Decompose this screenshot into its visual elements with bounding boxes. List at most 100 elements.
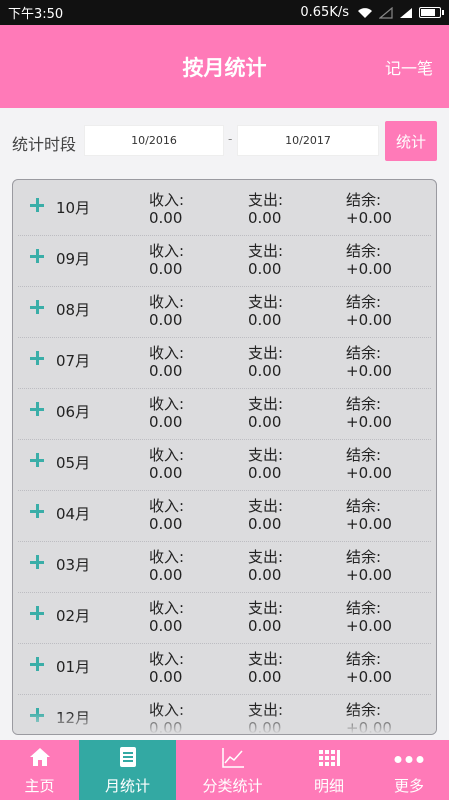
month-row[interactable]: 08月 收入: 0.00 支出: 0.00 结余: +0.00: [18, 287, 431, 338]
income-label: 收入:: [149, 446, 185, 464]
month-label: 08月: [56, 301, 91, 319]
balance-value: +0.00: [346, 311, 392, 329]
income-value: 0.00: [149, 362, 183, 380]
income-label: 收入:: [149, 497, 185, 515]
income-cell: 收入:0.00: [149, 548, 184, 584]
expense-value: 0.00: [248, 362, 282, 380]
expense-cell: 支出:0.00: [248, 344, 283, 380]
end-date-input[interactable]: 10/2017: [237, 125, 379, 156]
expand-plus-icon[interactable]: [30, 555, 44, 569]
balance-value: +0.00: [346, 668, 392, 686]
more-dots-icon: [394, 756, 424, 763]
balance-cell: 结余:+0.00: [346, 599, 392, 635]
expense-cell: 支出:0.00: [248, 293, 283, 329]
expense-value: 0.00: [248, 311, 282, 329]
record-entry-button[interactable]: 记一笔: [385, 55, 433, 79]
expand-plus-icon[interactable]: [30, 351, 44, 365]
expand-plus-icon[interactable]: [30, 300, 44, 314]
month-row[interactable]: 05月 收入: 0.00 支出: 0.00 结余: +0.00: [18, 440, 431, 491]
income-label: 收入:: [149, 293, 185, 311]
income-value: 0.00: [149, 413, 183, 431]
period-filter: 统计时段: [0, 108, 449, 178]
expense-label: 支出:: [248, 548, 284, 566]
tab-details[interactable]: 明细: [289, 740, 369, 800]
balance-value: +0.00: [346, 413, 392, 431]
expense-label: 支出:: [248, 344, 284, 362]
balance-label: 结余:: [346, 599, 382, 617]
tab-more[interactable]: 更多: [369, 740, 449, 800]
balance-label: 结余:: [346, 395, 382, 413]
status-bar: 下午3:50 0.65K/s: [0, 0, 449, 25]
income-value: 0.00: [149, 617, 183, 635]
expense-value: 0.00: [248, 566, 282, 584]
line-chart-icon: [221, 748, 244, 768]
income-cell: 收入:0.00: [149, 497, 184, 533]
expense-value: 0.00: [248, 260, 282, 278]
calendar-grid-icon: [319, 750, 340, 766]
expand-plus-icon[interactable]: [30, 657, 44, 671]
income-label: 收入:: [149, 344, 185, 362]
tab-category-stats[interactable]: 分类统计: [176, 740, 289, 800]
expand-plus-icon[interactable]: [30, 249, 44, 263]
tab-monthly-label: 月统计: [104, 777, 150, 795]
expense-cell: 支出:0.00: [248, 191, 283, 227]
network-speed: 0.65K/s: [300, 5, 349, 20]
expand-plus-icon[interactable]: [30, 198, 44, 212]
expand-plus-icon[interactable]: [30, 606, 44, 620]
tab-home[interactable]: 主页: [0, 740, 79, 800]
income-cell: 收入:0.00: [149, 446, 184, 482]
tab-monthly-stats[interactable]: 月统计: [79, 740, 176, 800]
month-row[interactable]: 09月 收入: 0.00 支出: 0.00 结余: +0.00: [18, 236, 431, 287]
battery-icon: [419, 7, 444, 18]
expense-cell: 支出:0.00: [248, 242, 283, 278]
calculate-button[interactable]: 统计: [385, 121, 437, 161]
balance-value: +0.00: [346, 566, 392, 584]
expense-cell: 支出:0.00: [248, 650, 283, 686]
expense-cell: 支出:0.00: [248, 599, 283, 635]
balance-cell: 结余:+0.00: [346, 191, 392, 227]
month-row[interactable]: 01月 收入: 0.00 支出: 0.00 结余: +0.00: [18, 644, 431, 695]
expense-label: 支出:: [248, 395, 284, 413]
expand-plus-icon[interactable]: [30, 504, 44, 518]
expense-value: 0.00: [248, 617, 282, 635]
expense-label: 支出:: [248, 497, 284, 515]
month-row[interactable]: 02月 收入: 0.00 支出: 0.00 结余: +0.00: [18, 593, 431, 644]
month-row[interactable]: 10月 收入: 0.00 支出: 0.00 结余: +0.00: [18, 185, 431, 236]
income-label: 收入:: [149, 650, 185, 668]
home-icon: [29, 748, 50, 766]
tab-home-label: 主页: [24, 777, 55, 795]
expand-plus-icon[interactable]: [30, 402, 44, 416]
month-label: 02月: [56, 607, 91, 625]
balance-label: 结余:: [346, 548, 382, 566]
tab-category-label: 分类统计: [202, 777, 263, 795]
income-label: 收入:: [149, 548, 185, 566]
balance-label: 结余:: [346, 344, 382, 362]
expense-value: 0.00: [248, 209, 282, 227]
month-row[interactable]: 03月 收入: 0.00 支出: 0.00 结余: +0.00: [18, 542, 431, 593]
expense-cell: 支出:0.00: [248, 548, 283, 584]
income-cell: 收入:0.00: [149, 191, 184, 227]
signal-muted-icon: [379, 6, 393, 19]
month-row[interactable]: 04月 收入: 0.00 支出: 0.00 结余: +0.00: [18, 491, 431, 542]
income-value: 0.00: [149, 566, 183, 584]
app-header: 按月统计 记一笔: [0, 25, 449, 108]
month-rows: 10月 收入: 0.00 支出: 0.00 结余: +0.00 09月 收入: 0.00 支出: 0.…: [18, 185, 431, 734]
income-label: 收入:: [149, 242, 185, 260]
start-date-input[interactable]: 10/2016: [84, 125, 224, 156]
expand-plus-icon[interactable]: [30, 453, 44, 467]
income-value: 0.00: [149, 260, 183, 278]
income-value: 0.00: [149, 209, 183, 227]
month-label: 06月: [56, 403, 91, 421]
balance-label: 结余:: [346, 650, 382, 668]
monthly-list[interactable]: 10月 收入: 0.00 支出: 0.00 结余: +0.00 09月 收入: 0.00 支出: 0.…: [12, 179, 437, 735]
month-label: 03月: [56, 556, 91, 574]
month-row[interactable]: 06月 收入: 0.00 支出: 0.00 结余: +0.00: [18, 389, 431, 440]
balance-label: 结余:: [346, 497, 382, 515]
income-label: 收入:: [149, 191, 185, 209]
balance-value: +0.00: [346, 260, 392, 278]
month-label: 09月: [56, 250, 91, 268]
balance-value: +0.00: [346, 362, 392, 380]
balance-cell: 结余:+0.00: [346, 293, 392, 329]
balance-cell: 结余:+0.00: [346, 548, 392, 584]
month-row[interactable]: 07月 收入: 0.00 支出: 0.00 结余: +0.00: [18, 338, 431, 389]
